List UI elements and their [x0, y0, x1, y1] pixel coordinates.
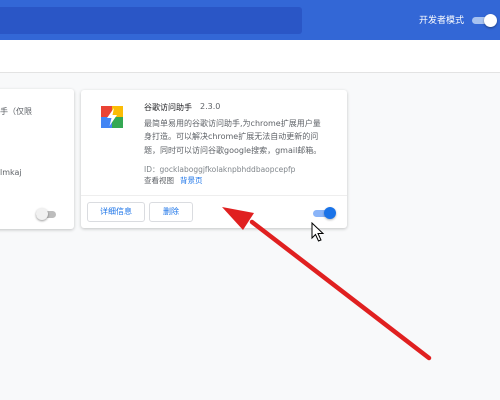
- inspect-views-label: 查看视图: [144, 176, 174, 185]
- extension-card: 谷歌访问助手 2.3.0 最简单易用的谷歌访问助手,为chrome扩展用户量 身…: [81, 90, 347, 228]
- partial-id-text: lmkaj: [0, 168, 22, 177]
- background-page-link[interactable]: 背景页: [180, 175, 203, 186]
- details-button[interactable]: 详细信息: [87, 202, 145, 222]
- top-bar: 开发者模式: [0, 0, 500, 40]
- extension-card-partial: 手（仅限 lmkaj: [0, 89, 74, 229]
- extensions-page: 开发者模式 手（仅限 lmkaj 谷歌访问助手 2.3.0 最简单易用的谷歌访问…: [0, 0, 500, 400]
- extension-enable-toggle[interactable]: [313, 207, 337, 219]
- extension-version: 2.3.0: [200, 102, 221, 111]
- annotation-arrow-shaft: [249, 219, 432, 361]
- extension-toggle-knob: [324, 207, 336, 219]
- partial-extension-toggle[interactable]: [36, 208, 58, 220]
- developer-mode-toggle-knob: [484, 14, 497, 27]
- developer-mode-label: 开发者模式: [419, 16, 465, 26]
- search-input[interactable]: [0, 7, 302, 34]
- remove-button[interactable]: 删除: [149, 202, 193, 222]
- card-divider: [81, 195, 347, 196]
- partial-description-text: 手（仅限: [0, 107, 32, 116]
- lightning-shield-icon: [101, 106, 123, 128]
- developer-mode-toggle[interactable]: [472, 14, 497, 27]
- extension-description-line: 身打造。可以解决chrome扩展无法自动更新的问: [144, 132, 319, 141]
- extension-description-line: 最简单易用的谷歌访问助手,为chrome扩展用户量: [144, 119, 321, 128]
- extension-description-line: 题，同时可以访问谷歌google搜索，gmail邮箱。: [144, 146, 322, 155]
- mouse-cursor-icon: [311, 222, 325, 242]
- extension-name: 谷歌访问助手: [144, 103, 192, 112]
- extension-id: ID：gocklaboggjfkolaknpbhddbaopcepfp: [144, 165, 296, 174]
- developer-toolbar: [0, 40, 500, 73]
- partial-toggle-knob: [36, 208, 48, 220]
